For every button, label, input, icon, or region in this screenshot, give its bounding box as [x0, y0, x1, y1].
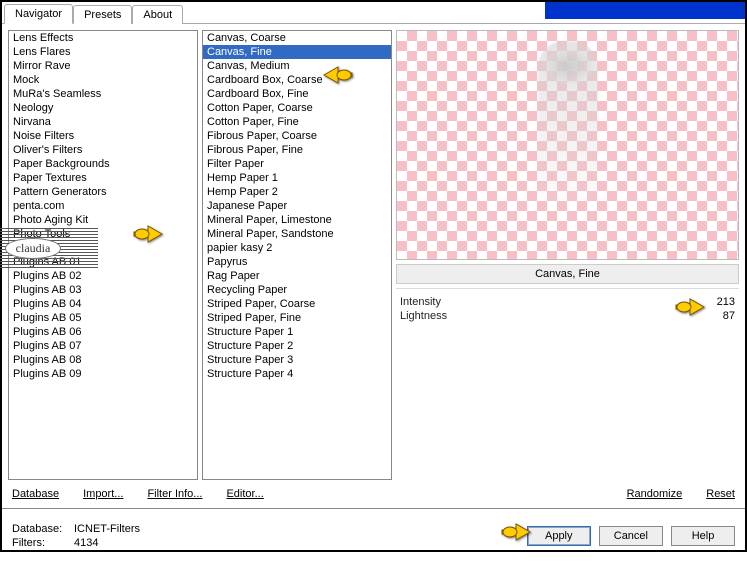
filter-item[interactable]: Cardboard Box, Fine	[203, 87, 391, 101]
filter-item[interactable]: Striped Paper, Coarse	[203, 297, 391, 311]
filter-item[interactable]: Cotton Paper, Coarse	[203, 101, 391, 115]
editor-link[interactable]: Editor...	[226, 488, 263, 500]
filter-item[interactable]: Striped Paper, Fine	[203, 311, 391, 325]
filter-item[interactable]: Recycling Paper	[203, 283, 391, 297]
category-item[interactable]: Plugins AB 09	[9, 367, 197, 381]
filter-item[interactable]: papier kasy 2	[203, 241, 391, 255]
category-item[interactable]: Pattern Generators	[9, 185, 197, 199]
category-item[interactable]: Plugins AB 05	[9, 311, 197, 325]
filter-item[interactable]: Fibrous Paper, Coarse	[203, 129, 391, 143]
filter-item[interactable]: Papyrus	[203, 255, 391, 269]
filter-info-link[interactable]: Filter Info...	[147, 488, 202, 500]
title-bar: Filters Unlimited 2.0	[425, 2, 745, 22]
randomize-link[interactable]: Randomize	[627, 488, 683, 500]
status-info: Database: ICNET-Filters Filters: 4134	[12, 523, 140, 549]
help-button[interactable]: Help	[671, 526, 735, 546]
category-item[interactable]: Noise Filters	[9, 129, 197, 143]
filter-item[interactable]: Filter Paper	[203, 157, 391, 171]
main-area: Lens EffectsLens FlaresMirror RaveMockMu…	[2, 24, 745, 480]
app-title: Filters Unlimited 2.0	[575, 1, 737, 21]
filter-item[interactable]: Structure Paper 1	[203, 325, 391, 339]
category-item[interactable]: Nirvana	[9, 115, 197, 129]
param-value: 87	[699, 310, 735, 322]
category-item[interactable]: Paper Backgrounds	[9, 157, 197, 171]
category-item[interactable]: Oliver's Filters	[9, 143, 197, 157]
param-row[interactable]: Lightness 87	[396, 309, 739, 323]
filter-item[interactable]: Hemp Paper 1	[203, 171, 391, 185]
param-row[interactable]: Intensity 213	[396, 295, 739, 309]
right-pane: Canvas, Fine Intensity213Lightness87 cla…	[396, 30, 739, 480]
watermark: claudia	[0, 228, 98, 268]
cancel-button[interactable]: Cancel	[599, 526, 663, 546]
filter-item[interactable]: Japanese Paper	[203, 199, 391, 213]
category-item[interactable]: Plugins AB 07	[9, 339, 197, 353]
status-bar: Database: ICNET-Filters Filters: 4134 Ap…	[2, 508, 745, 562]
category-item[interactable]: Plugins AB 04	[9, 297, 197, 311]
parameters-panel: Intensity 213 Lightness 87	[396, 288, 739, 480]
param-value: 213	[699, 296, 735, 308]
preview-panel	[396, 30, 739, 260]
status-filters-label: Filters:	[12, 537, 68, 549]
filter-item[interactable]: Fibrous Paper, Fine	[203, 143, 391, 157]
import-link[interactable]: Import...	[83, 488, 123, 500]
tab-navigator[interactable]: Navigator	[4, 4, 73, 24]
category-item[interactable]: Plugins AB 06	[9, 325, 197, 339]
link-bar: Database Import... Filter Info... Editor…	[2, 480, 745, 508]
category-item[interactable]: MuRa's Seamless	[9, 87, 197, 101]
database-link[interactable]: Database	[12, 488, 59, 500]
filter-item[interactable]: Structure Paper 3	[203, 353, 391, 367]
filter-item[interactable]: Mineral Paper, Sandstone	[203, 227, 391, 241]
param-label: Lightness	[400, 310, 447, 322]
category-item[interactable]: Photo Aging Kit	[9, 213, 197, 227]
reset-link[interactable]: Reset	[706, 488, 735, 500]
apply-button[interactable]: Apply	[527, 526, 591, 546]
param-label: Intensity	[400, 296, 441, 308]
filter-item[interactable]: Structure Paper 4	[203, 367, 391, 381]
category-item[interactable]: Mock	[9, 73, 197, 87]
filter-item[interactable]: Cotton Paper, Fine	[203, 115, 391, 129]
filter-item[interactable]: Canvas, Fine	[203, 45, 391, 59]
status-filters-value: 4134	[74, 537, 98, 549]
filter-list[interactable]: Canvas, CoarseCanvas, FineCanvas, Medium…	[202, 30, 392, 480]
tab-about[interactable]: About	[132, 5, 183, 24]
app-window: Filters Unlimited 2.0 Navigator Presets …	[0, 0, 747, 552]
filter-item[interactable]: Rag Paper	[203, 269, 391, 283]
filter-item[interactable]: Canvas, Coarse	[203, 31, 391, 45]
filter-item[interactable]: Mineral Paper, Limestone	[203, 213, 391, 227]
category-item[interactable]: Plugins AB 03	[9, 283, 197, 297]
category-item[interactable]: Plugins AB 02	[9, 269, 197, 283]
category-item[interactable]: Mirror Rave	[9, 59, 197, 73]
category-item[interactable]: Lens Effects	[9, 31, 197, 45]
filter-item[interactable]: Structure Paper 2	[203, 339, 391, 353]
category-item[interactable]: penta.com	[9, 199, 197, 213]
status-db-value: ICNET-Filters	[74, 523, 140, 535]
tab-presets[interactable]: Presets	[73, 5, 132, 24]
filter-item[interactable]: Hemp Paper 2	[203, 185, 391, 199]
current-filter-label: Canvas, Fine	[396, 264, 739, 284]
category-item[interactable]: Plugins AB 08	[9, 353, 197, 367]
filter-item[interactable]: Canvas, Medium	[203, 59, 391, 73]
button-row: Apply Cancel Help	[527, 526, 735, 546]
preview-image	[538, 41, 598, 201]
category-item[interactable]: Neology	[9, 101, 197, 115]
filter-item[interactable]: Cardboard Box, Coarse	[203, 73, 391, 87]
status-db-label: Database:	[12, 523, 68, 535]
category-item[interactable]: Paper Textures	[9, 171, 197, 185]
category-item[interactable]: Lens Flares	[9, 45, 197, 59]
